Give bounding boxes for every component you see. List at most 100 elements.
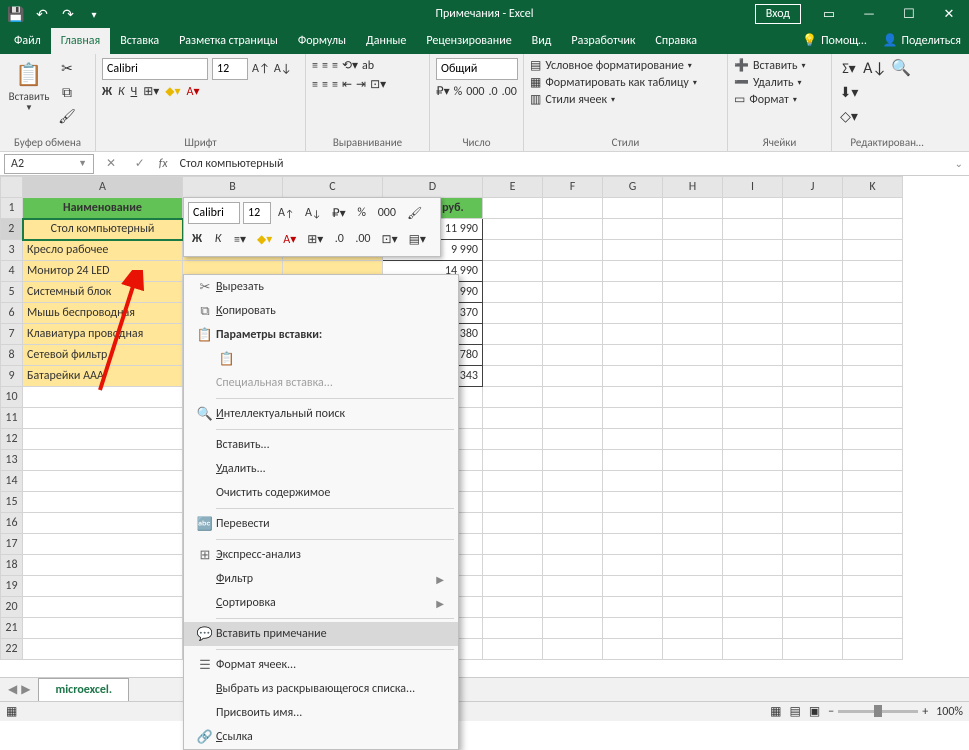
cell[interactable] bbox=[543, 513, 603, 534]
cell[interactable] bbox=[783, 240, 843, 261]
cell[interactable] bbox=[723, 198, 783, 219]
ctx-insert[interactable]: Вставить... bbox=[184, 433, 458, 457]
row-header[interactable]: 3 bbox=[1, 240, 23, 261]
row-header[interactable]: 6 bbox=[1, 303, 23, 324]
cell[interactable] bbox=[483, 345, 543, 366]
ctx-copy[interactable]: ⧉Копировать bbox=[184, 299, 458, 323]
ribbon-options-icon[interactable]: ▭ bbox=[809, 0, 849, 28]
fx-icon[interactable]: fx bbox=[153, 157, 174, 171]
cell[interactable] bbox=[843, 576, 903, 597]
row-header[interactable]: 11 bbox=[1, 408, 23, 429]
cell[interactable] bbox=[663, 429, 723, 450]
sheet-tab-active[interactable]: microexcel. bbox=[38, 678, 129, 701]
cell[interactable] bbox=[543, 303, 603, 324]
copy-icon[interactable]: ⧉ bbox=[56, 82, 78, 102]
sheet-nav-prev-icon[interactable]: ◀ bbox=[8, 682, 17, 697]
number-format-input[interactable] bbox=[436, 58, 518, 80]
font-name-input[interactable] bbox=[102, 58, 208, 80]
qat-customize-icon[interactable]: ▾ bbox=[84, 4, 104, 24]
col-header[interactable]: K bbox=[843, 177, 903, 198]
align-bottom-icon[interactable]: ≡ bbox=[332, 59, 338, 73]
align-middle-icon[interactable]: ≡ bbox=[322, 59, 328, 73]
cell[interactable] bbox=[843, 471, 903, 492]
col-header[interactable]: J bbox=[783, 177, 843, 198]
row-header[interactable]: 14 bbox=[1, 471, 23, 492]
cell[interactable] bbox=[783, 576, 843, 597]
cell[interactable] bbox=[843, 261, 903, 282]
borders-icon[interactable]: ⊞▾ bbox=[143, 84, 159, 99]
sheet-nav-next-icon[interactable]: ▶ bbox=[21, 682, 30, 697]
align-right-icon[interactable]: ≡ bbox=[332, 78, 338, 92]
cell[interactable] bbox=[603, 513, 663, 534]
cell[interactable] bbox=[663, 219, 723, 240]
cell[interactable] bbox=[483, 303, 543, 324]
col-header[interactable] bbox=[1, 177, 23, 198]
row-header[interactable]: 10 bbox=[1, 387, 23, 408]
currency-icon[interactable]: ₽▾ bbox=[436, 84, 450, 99]
font-color-icon[interactable]: A▾ bbox=[187, 84, 200, 99]
cell[interactable] bbox=[483, 513, 543, 534]
fill-color-icon[interactable]: ◆▾ bbox=[165, 84, 180, 99]
cell[interactable] bbox=[543, 429, 603, 450]
cell[interactable] bbox=[483, 198, 543, 219]
row-header[interactable]: 18 bbox=[1, 555, 23, 576]
ctx-sort[interactable]: Сортировка▶ bbox=[184, 591, 458, 615]
cell[interactable] bbox=[543, 576, 603, 597]
cell[interactable] bbox=[843, 303, 903, 324]
name-box[interactable]: A2▼ bbox=[4, 154, 94, 174]
cell[interactable] bbox=[543, 639, 603, 660]
col-header[interactable]: E bbox=[483, 177, 543, 198]
decrease-font-icon[interactable]: A↓ bbox=[274, 62, 292, 76]
cell[interactable] bbox=[483, 597, 543, 618]
mini-dec-dec-icon[interactable]: .00 bbox=[351, 228, 374, 250]
cell[interactable] bbox=[843, 198, 903, 219]
increase-indent-icon[interactable]: ⇥ bbox=[356, 77, 366, 92]
zoom-level[interactable]: 100% bbox=[936, 705, 963, 719]
cell[interactable] bbox=[543, 450, 603, 471]
cell[interactable] bbox=[723, 471, 783, 492]
find-select-icon[interactable]: 🔍 bbox=[890, 58, 912, 78]
col-header[interactable]: B bbox=[183, 177, 283, 198]
cell[interactable] bbox=[843, 450, 903, 471]
cell[interactable] bbox=[843, 618, 903, 639]
increase-decimal-icon[interactable]: .0 bbox=[489, 85, 498, 99]
cell[interactable]: Кресло рабочее bbox=[23, 240, 183, 261]
cell[interactable] bbox=[663, 639, 723, 660]
cell[interactable] bbox=[723, 303, 783, 324]
cell[interactable] bbox=[723, 387, 783, 408]
cell[interactable] bbox=[603, 429, 663, 450]
row-header[interactable]: 1 bbox=[1, 198, 23, 219]
ctx-delete[interactable]: Удалить... bbox=[184, 457, 458, 481]
cell[interactable] bbox=[483, 240, 543, 261]
cell[interactable] bbox=[783, 324, 843, 345]
cell[interactable] bbox=[23, 471, 183, 492]
cell[interactable] bbox=[603, 576, 663, 597]
mini-comma-icon[interactable]: 000 bbox=[374, 202, 400, 224]
cell[interactable] bbox=[663, 471, 723, 492]
cell[interactable] bbox=[663, 282, 723, 303]
row-header[interactable]: 19 bbox=[1, 576, 23, 597]
cell[interactable] bbox=[483, 429, 543, 450]
cut-icon[interactable]: ✂ bbox=[56, 58, 78, 78]
bold-icon[interactable]: Ж bbox=[102, 85, 112, 99]
insert-cells-button[interactable]: ➕Вставить▾ bbox=[734, 58, 805, 73]
zoom-out-icon[interactable]: − bbox=[828, 705, 834, 719]
mini-increase-font-icon[interactable]: A↑ bbox=[274, 202, 298, 224]
cell[interactable] bbox=[543, 492, 603, 513]
cell[interactable] bbox=[723, 366, 783, 387]
cell[interactable] bbox=[603, 639, 663, 660]
ctx-paste-option-1[interactable]: 📋 bbox=[184, 347, 458, 371]
ctx-smart-lookup[interactable]: 🔍Интеллектуальный поиск bbox=[184, 402, 458, 426]
cell[interactable] bbox=[843, 345, 903, 366]
row-header[interactable]: 20 bbox=[1, 597, 23, 618]
format-cells-button[interactable]: ▭Формат▾ bbox=[734, 92, 797, 107]
cell[interactable] bbox=[843, 597, 903, 618]
cell[interactable] bbox=[843, 429, 903, 450]
row-header[interactable]: 2 bbox=[1, 219, 23, 240]
ctx-clear[interactable]: Очистить содержимое bbox=[184, 481, 458, 505]
cell[interactable] bbox=[783, 639, 843, 660]
cell[interactable] bbox=[723, 450, 783, 471]
save-icon[interactable]: 💾 bbox=[6, 4, 26, 24]
cell[interactable] bbox=[23, 639, 183, 660]
cell[interactable] bbox=[23, 618, 183, 639]
